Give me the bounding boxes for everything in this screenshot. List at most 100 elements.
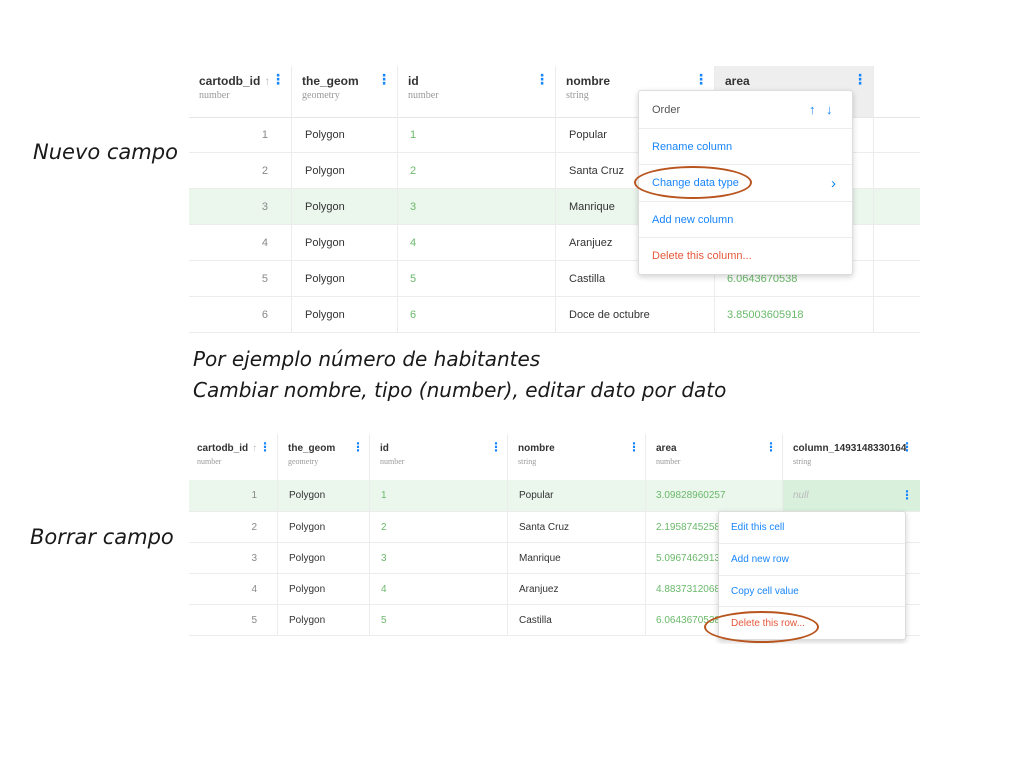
column-name: the_geom xyxy=(288,443,336,454)
column-header-cartodb-id[interactable]: cartodb_id ↑ number ⋮ xyxy=(189,66,292,117)
table-header: cartodb_id ↑ number ⋮ the_geom geometry ⋮… xyxy=(189,434,920,481)
menu-copy-cell-value[interactable]: Copy cell value xyxy=(719,576,905,607)
cell-geom[interactable]: Polygon xyxy=(278,512,370,542)
note-line-1: Por ejemplo número de habitantes xyxy=(193,347,541,371)
column-header-the-geom[interactable]: the_geom geometry ⋮ xyxy=(292,66,398,117)
sort-ascending-icon[interactable]: ↑ xyxy=(809,102,816,117)
cell-geom[interactable]: Polygon xyxy=(278,605,370,635)
cell-geom[interactable]: Polygon xyxy=(292,261,398,296)
cell-geom[interactable]: Polygon xyxy=(292,297,398,332)
cell-geom[interactable]: Polygon xyxy=(292,189,398,224)
cell-id[interactable]: 1 xyxy=(398,117,556,152)
column-header-nombre[interactable]: nombre string ⋮ xyxy=(508,434,646,480)
cell-cartodb-id[interactable]: 3 xyxy=(189,543,278,573)
column-type: number xyxy=(197,457,222,466)
sort-descending-icon[interactable]: ↓ xyxy=(826,102,833,117)
column-name: nombre xyxy=(566,74,611,88)
column-options-icon[interactable]: ⋮ xyxy=(535,72,549,88)
column-options-icon[interactable]: ⋮ xyxy=(853,72,867,88)
column-header-id[interactable]: id number ⋮ xyxy=(398,66,556,117)
column-options-icon[interactable]: ⋮ xyxy=(901,440,913,454)
column-header-area[interactable]: area number ⋮ xyxy=(646,434,783,480)
column-type: string xyxy=(566,90,589,101)
column-type: geometry xyxy=(288,457,319,466)
table-row[interactable]: 6 Polygon 6 Doce de octubre 3.8500360591… xyxy=(189,297,920,333)
cell-cartodb-id[interactable]: 4 xyxy=(189,225,292,260)
column-options-icon[interactable]: ⋮ xyxy=(694,72,708,88)
cell-geom[interactable]: Polygon xyxy=(292,117,398,152)
sort-arrow-icon[interactable]: ↑ xyxy=(264,74,270,88)
cell-geom[interactable]: Polygon xyxy=(278,480,370,511)
table-row-selected[interactable]: 1 Polygon 1 Popular 3.09828960257 null ⋮ xyxy=(189,480,920,512)
column-header-the-geom[interactable]: the_geom geometry ⋮ xyxy=(278,434,370,480)
column-name: the_geom xyxy=(302,74,359,88)
cell-cartodb-id[interactable]: 3 xyxy=(189,189,292,224)
menu-rename-column[interactable]: Rename column xyxy=(639,129,852,165)
column-name: area xyxy=(725,74,750,88)
column-options-icon[interactable]: ⋮ xyxy=(259,440,271,454)
column-options-icon[interactable]: ⋮ xyxy=(352,440,364,454)
menu-order[interactable]: Order ↑ ↓ xyxy=(639,91,852,129)
highlight-ring xyxy=(704,611,819,643)
chevron-right-icon: › xyxy=(831,174,836,192)
menu-add-new-row[interactable]: Add new row xyxy=(719,544,905,576)
cell-nombre[interactable]: Doce de octubre xyxy=(556,297,715,332)
cell-cartodb-id[interactable]: 1 xyxy=(189,480,278,511)
column-type: number xyxy=(656,457,681,466)
cell-nombre[interactable]: Aranjuez xyxy=(508,574,646,604)
cell-id[interactable]: 3 xyxy=(398,189,556,224)
column-options-icon[interactable]: ⋮ xyxy=(765,440,777,454)
column-options-icon[interactable]: ⋮ xyxy=(628,440,640,454)
cell-geom[interactable]: Polygon xyxy=(292,225,398,260)
cell-id[interactable]: 6 xyxy=(398,297,556,332)
column-type: number xyxy=(199,90,230,101)
cell-cartodb-id[interactable]: 5 xyxy=(189,261,292,296)
cell-geom[interactable]: Polygon xyxy=(292,153,398,188)
column-options-icon[interactable]: ⋮ xyxy=(271,72,285,88)
cell-cartodb-id[interactable]: 6 xyxy=(189,297,292,332)
cell-area[interactable]: 3.09828960257 xyxy=(646,480,783,511)
column-name: area xyxy=(656,443,677,454)
column-header-id[interactable]: id number ⋮ xyxy=(370,434,508,480)
cell-nombre[interactable]: Popular xyxy=(508,480,646,511)
menu-order-label: Order xyxy=(652,103,681,116)
cell-id[interactable]: 4 xyxy=(398,225,556,260)
cell-new-column[interactable]: null ⋮ xyxy=(783,480,920,511)
cell-id[interactable]: 5 xyxy=(398,261,556,296)
column-header-new-column[interactable]: column_1493148330164 string ⋮ xyxy=(783,434,920,480)
cell-id[interactable]: 4 xyxy=(370,574,508,604)
caption-nuevo-campo: Nuevo campo xyxy=(33,140,178,164)
cell-id[interactable]: 2 xyxy=(370,512,508,542)
cell-nombre[interactable]: Santa Cruz xyxy=(508,512,646,542)
column-name: cartodb_id ↑ xyxy=(197,443,258,454)
cell-geom[interactable]: Polygon xyxy=(278,543,370,573)
cell-cartodb-id[interactable]: 2 xyxy=(189,512,278,542)
cell-nombre[interactable]: Castilla xyxy=(508,605,646,635)
cell-id[interactable]: 2 xyxy=(398,153,556,188)
cell-cartodb-id[interactable]: 1 xyxy=(189,117,292,152)
column-name: nombre xyxy=(518,443,555,454)
column-type: string xyxy=(793,457,812,466)
sort-arrow-icon[interactable]: ↑ xyxy=(252,443,257,454)
dataset-table-bottom: cartodb_id ↑ number ⋮ the_geom geometry ⋮… xyxy=(189,434,920,644)
cell-cartodb-id[interactable]: 4 xyxy=(189,574,278,604)
column-name: column_1493148330164 xyxy=(793,443,907,454)
cell-cartodb-id[interactable]: 2 xyxy=(189,153,292,188)
column-options-icon[interactable]: ⋮ xyxy=(490,440,502,454)
cell-id[interactable]: 3 xyxy=(370,543,508,573)
cell-options-icon[interactable]: ⋮ xyxy=(901,488,913,502)
cell-id[interactable]: 5 xyxy=(370,605,508,635)
menu-add-new-column[interactable]: Add new column xyxy=(639,202,852,238)
column-header-cartodb-id[interactable]: cartodb_id ↑ number ⋮ xyxy=(189,434,278,480)
menu-delete-column[interactable]: Delete this column... xyxy=(639,238,852,274)
column-type: number xyxy=(380,457,405,466)
cell-id[interactable]: 1 xyxy=(370,480,508,511)
column-name: cartodb_id ↑ xyxy=(199,74,271,88)
cell-geom[interactable]: Polygon xyxy=(278,574,370,604)
cell-area[interactable]: 3.85003605918 xyxy=(715,297,874,332)
column-options-icon[interactable]: ⋮ xyxy=(377,72,391,88)
cell-cartodb-id[interactable]: 5 xyxy=(189,605,278,635)
cell-nombre[interactable]: Manrique xyxy=(508,543,646,573)
column-type: geometry xyxy=(302,90,340,101)
menu-edit-cell[interactable]: Edit this cell xyxy=(719,512,905,544)
